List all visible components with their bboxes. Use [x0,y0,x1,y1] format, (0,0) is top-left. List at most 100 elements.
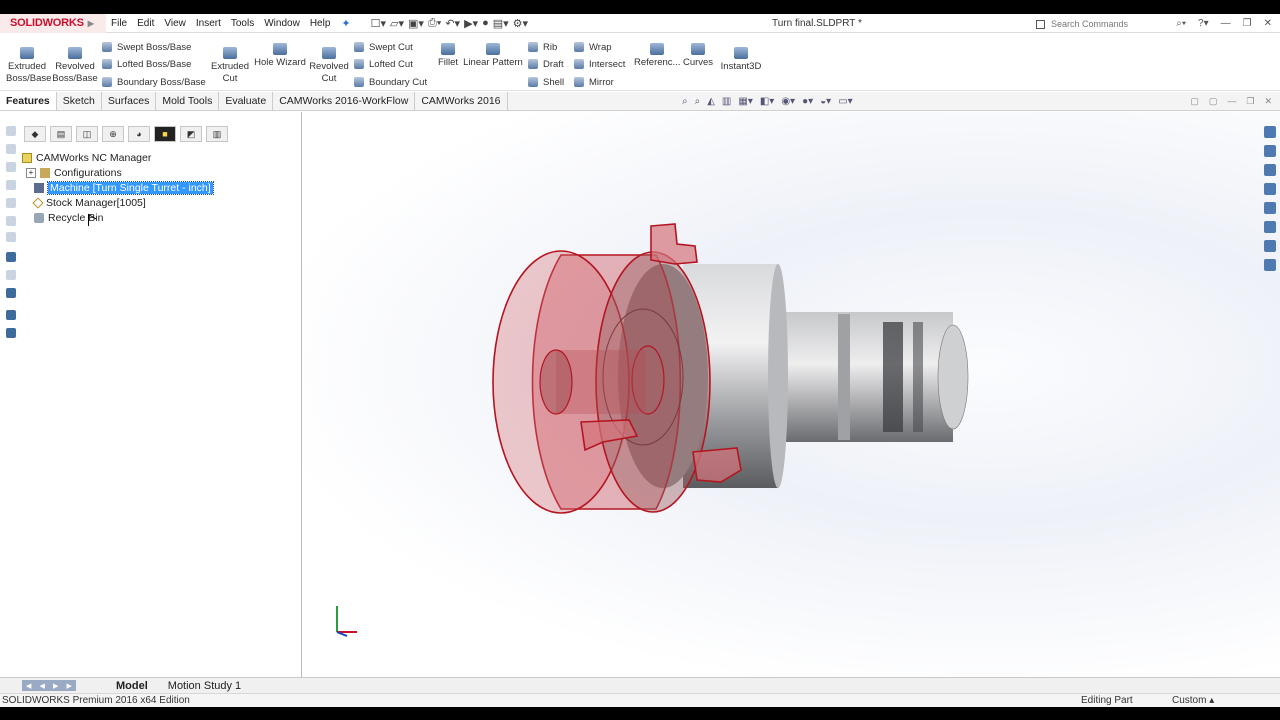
strip-tool-8-icon[interactable] [6,252,16,262]
view-settings-icon[interactable]: ▭▾ [838,96,852,107]
edit-appearance-icon[interactable]: ●▾ [802,96,813,107]
help-icon[interactable]: ?▾ [1198,14,1209,33]
print-icon[interactable]: ⎙▾ [428,17,441,30]
select-icon[interactable]: ▶▾ [464,17,478,30]
strip-tool-12-icon[interactable] [6,328,16,338]
graphics-area[interactable] [303,112,1280,677]
viewport-minimize-icon[interactable]: — [1227,96,1236,107]
strip-tool-4-icon[interactable] [6,180,16,190]
display-style-icon[interactable]: ◧▾ [760,96,774,107]
strip-tool-3-icon[interactable] [6,162,16,172]
hide-show-icon[interactable]: ◉▾ [781,96,795,107]
strip-tool-7-icon[interactable] [6,232,16,242]
restore-icon[interactable]: ❐ [1243,14,1252,33]
search-input[interactable]: Search Commands [1051,19,1128,29]
custom-properties-icon[interactable] [1263,221,1276,233]
view-orientation-icon[interactable]: ▦▾ [738,96,752,107]
camworks-feature-tree-tab-icon[interactable]: ■ [154,126,176,142]
new-document-icon[interactable]: ☐▾ [371,17,386,30]
expand-icon[interactable]: + [26,168,36,178]
previous-view-icon[interactable]: ◭ [707,96,715,107]
reference-geometry-button[interactable]: Referenc... [634,37,680,69]
file-explorer-icon[interactable] [1263,164,1276,176]
viewport-restore-icon[interactable]: ▢ [1190,96,1199,107]
solidworks-forum-icon[interactable] [1263,240,1276,252]
boundary-boss-button[interactable]: Boundary Boss/Base [102,75,206,89]
property-manager-tab-icon[interactable]: ▤ [50,126,72,142]
zoom-to-area-icon[interactable]: ⌕ [695,96,701,107]
tab-model[interactable]: Model [106,678,158,694]
solidworks-logo[interactable]: SOLIDWORKS ▶ [0,13,106,33]
scene-icon[interactable]: ◒▾ [820,96,831,107]
design-library-icon[interactable] [1263,145,1276,157]
extruded-cut-button[interactable]: Extruded Cut [208,41,252,85]
display-manager-tab-icon[interactable]: ◕ [128,126,150,142]
intersect-button[interactable]: Intersect [574,57,625,71]
tab-motion-study[interactable]: Motion Study 1 [158,678,251,694]
strip-tool-11-icon[interactable] [6,310,16,320]
units-selector[interactable]: Custom ▴ [1172,694,1214,708]
tab-sketch[interactable]: Sketch [57,92,102,110]
viewport-close-icon[interactable]: ✕ [1264,96,1272,107]
nav-last-icon[interactable]: ▶ [67,682,72,690]
curves-button[interactable]: Curves [682,37,714,69]
strip-tool-1-icon[interactable] [6,126,16,136]
viewport-maximize-icon[interactable]: ❐ [1246,96,1254,107]
turned-part-model[interactable] [303,112,1280,677]
nav-prev-icon[interactable]: ◀ [40,682,45,690]
dimxpert-tab-icon[interactable]: ⊕ [102,126,124,142]
menu-insert[interactable]: Insert [191,14,226,33]
swept-cut-button[interactable]: Swept Cut [354,40,413,54]
appearances-icon[interactable] [1263,202,1276,214]
strip-tool-10-icon[interactable] [6,288,16,298]
minimize-icon[interactable]: — [1221,14,1231,33]
tree-root[interactable]: CAMWorks NC Manager [22,151,151,165]
rebuild-icon[interactable]: ● [482,17,489,29]
feature-manager-tab-icon[interactable]: ◆ [24,126,46,142]
mirror-button[interactable]: Mirror [574,75,614,89]
menu-file[interactable]: File [106,14,132,33]
close-icon[interactable]: ✕ [1264,14,1272,33]
strip-tool-5-icon[interactable] [6,198,16,208]
tab-camworks[interactable]: CAMWorks 2016 [415,92,508,110]
solidworks-resources-icon[interactable] [1263,126,1276,138]
tab-camworks-workflow[interactable]: CAMWorks 2016-WorkFlow [273,92,416,110]
tab-navigation[interactable]: ◀ ◀ ▶ ▶ [22,680,76,691]
wrap-button[interactable]: Wrap [574,40,612,54]
menu-window[interactable]: Window [259,14,305,33]
tree-item-stock-manager[interactable]: Stock Manager[1005] [32,196,146,210]
shell-button[interactable]: Shell [528,75,564,89]
lofted-boss-button[interactable]: Lofted Boss/Base [102,57,191,71]
undo-icon[interactable]: ↶▾ [445,17,460,30]
tab-features[interactable]: Features [0,92,57,110]
boundary-cut-button[interactable]: Boundary Cut [354,75,427,89]
save-icon[interactable]: ▣▾ [408,17,424,30]
rib-button[interactable]: Rib [528,40,557,54]
lofted-cut-button[interactable]: Lofted Cut [354,57,413,71]
tab-mold-tools[interactable]: Mold Tools [156,92,220,110]
menu-help[interactable]: Help [305,14,336,33]
strip-tool-2-icon[interactable] [6,144,16,154]
camworks-tool-tree-tab-icon[interactable]: ▥ [206,126,228,142]
feedback-icon[interactable] [1263,259,1276,271]
revolved-boss-button[interactable]: Revolved Boss/Base [52,41,98,85]
configuration-manager-tab-icon[interactable]: ◫ [76,126,98,142]
tree-item-configurations[interactable]: + Configurations [26,166,122,180]
instant3d-button[interactable]: Instant3D [718,41,764,73]
hole-wizard-button[interactable]: Hole Wizard [254,37,306,69]
tab-surfaces[interactable]: Surfaces [102,92,157,110]
linear-pattern-button[interactable]: Linear Pattern [462,37,524,69]
pin-icon[interactable]: ✦ [341,17,350,30]
section-view-icon[interactable]: ▥ [722,96,731,107]
zoom-to-fit-icon[interactable]: ⌕ [682,96,688,107]
search-commands[interactable]: Search Commands [1036,17,1196,31]
open-icon[interactable]: ▱▾ [390,17,404,30]
tab-evaluate[interactable]: Evaluate [219,92,274,110]
camworks-operation-tree-tab-icon[interactable]: ◩ [180,126,202,142]
strip-tool-6-icon[interactable] [6,216,16,226]
file-properties-icon[interactable]: ▤▾ [493,17,509,30]
search-icon[interactable]: ⌕▾ [1176,14,1186,33]
nav-next-icon[interactable]: ▶ [53,682,58,690]
view-palette-icon[interactable] [1263,183,1276,195]
options-icon[interactable]: ⚙▾ [513,17,528,30]
